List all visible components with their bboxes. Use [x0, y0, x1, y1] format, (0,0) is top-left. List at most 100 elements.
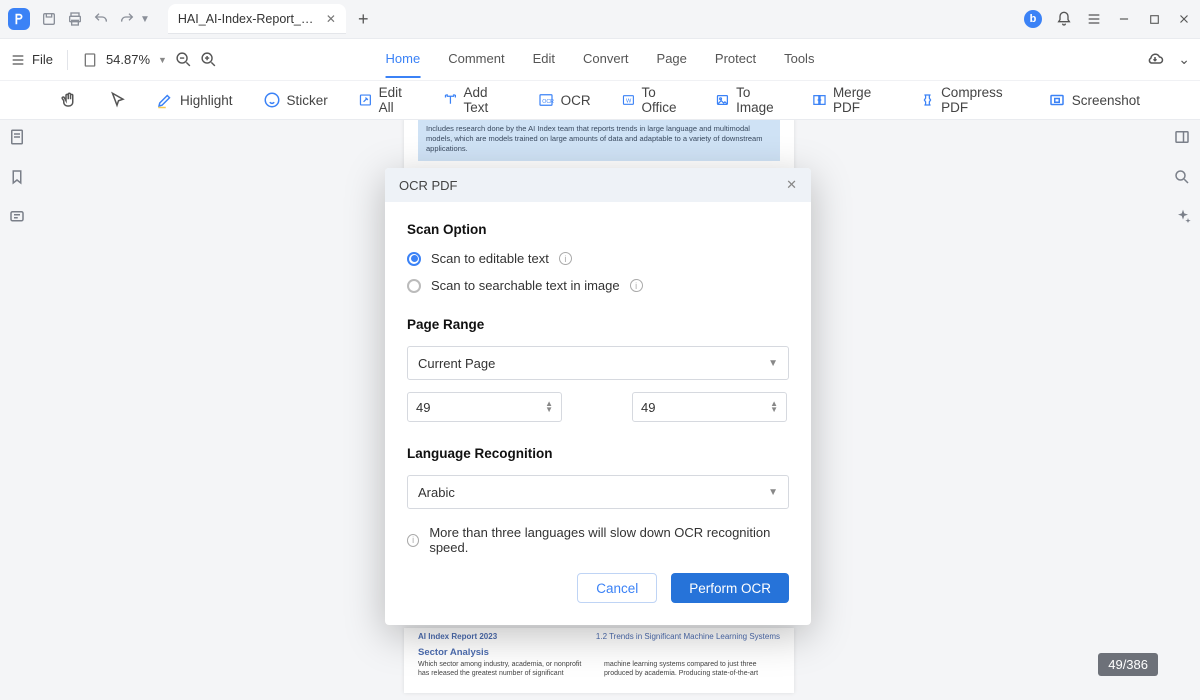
- to-image-label: To Image: [736, 85, 782, 115]
- radio-icon[interactable]: [407, 252, 421, 266]
- page-range-value: Current Page: [418, 356, 495, 371]
- page-fit-icon[interactable]: [82, 52, 98, 68]
- info-icon: i: [407, 534, 419, 547]
- spinner-arrows[interactable]: ▲▼: [545, 401, 553, 413]
- hamburger-icon[interactable]: [1086, 11, 1102, 27]
- separator: [67, 50, 68, 70]
- menu-tools[interactable]: Tools: [784, 41, 814, 78]
- tab-title: HAI_AI-Index-Report_20…: [178, 12, 318, 26]
- dialog-close-icon[interactable]: ✕: [786, 177, 797, 193]
- thumbnails-icon[interactable]: [8, 128, 26, 146]
- cloud-icon[interactable]: [1146, 51, 1164, 69]
- menu-comment[interactable]: Comment: [448, 41, 504, 78]
- document-tab[interactable]: HAI_AI-Index-Report_20… ✕: [168, 4, 346, 34]
- menu-page[interactable]: Page: [657, 41, 687, 78]
- tab-close-icon[interactable]: ✕: [326, 12, 336, 26]
- page-footer-right: 1.2 Trends in Significant Machine Learni…: [596, 632, 780, 641]
- zoom-out-icon[interactable]: [175, 51, 192, 68]
- range-from-input[interactable]: 49 ▲▼: [407, 392, 562, 422]
- panel-icon[interactable]: [1173, 128, 1191, 146]
- zoom-value[interactable]: 54.87%: [106, 52, 150, 67]
- merge-pdf-tool[interactable]: Merge PDF: [812, 85, 890, 115]
- cancel-button[interactable]: Cancel: [577, 573, 657, 603]
- language-select[interactable]: Arabic ▼: [407, 475, 789, 509]
- radio-icon[interactable]: [407, 279, 421, 293]
- to-office-tool[interactable]: WTo Office: [621, 85, 686, 115]
- info-icon[interactable]: i: [559, 252, 572, 265]
- menubar-right: ⌄: [1146, 51, 1190, 69]
- highlight-tool[interactable]: Highlight: [156, 91, 233, 109]
- highlight-label: Highlight: [180, 93, 233, 108]
- hand-tool[interactable]: [60, 91, 78, 109]
- dialog-title: OCR PDF: [399, 178, 458, 193]
- save-icon[interactable]: [40, 10, 58, 28]
- range-to-input[interactable]: 49 ▲▼: [632, 392, 787, 422]
- minimize-icon[interactable]: [1116, 11, 1132, 27]
- select-tool[interactable]: [108, 91, 126, 109]
- spinner-arrows[interactable]: ▲▼: [770, 401, 778, 413]
- main-menus: Home Comment Edit Convert Page Protect T…: [386, 41, 815, 78]
- page-range-label: Page Range: [407, 317, 789, 332]
- screenshot-label: Screenshot: [1072, 93, 1140, 108]
- account-badge[interactable]: b: [1024, 10, 1042, 28]
- menu-protect[interactable]: Protect: [715, 41, 756, 78]
- edit-all-tool[interactable]: Edit All: [358, 85, 413, 115]
- search-icon[interactable]: [1173, 168, 1191, 186]
- add-text-tool[interactable]: Add Text: [443, 85, 507, 115]
- maximize-icon[interactable]: [1146, 11, 1162, 27]
- page-range-select[interactable]: Current Page ▼: [407, 346, 789, 380]
- dialog-header: OCR PDF ✕: [385, 168, 811, 202]
- ocr-label: OCR: [561, 93, 591, 108]
- comments-icon[interactable]: [8, 208, 26, 226]
- menu-edit[interactable]: Edit: [533, 41, 555, 78]
- menu-convert[interactable]: Convert: [583, 41, 629, 78]
- sector-title: Sector Analysis: [418, 647, 780, 658]
- app-logo: [8, 8, 30, 30]
- zoom-dropdown-icon[interactable]: ▼: [158, 55, 167, 65]
- print-icon[interactable]: [66, 10, 84, 28]
- svg-text:W: W: [626, 98, 632, 104]
- new-tab-button[interactable]: +: [358, 9, 369, 30]
- column-2: machine learning systems compared to jus…: [604, 660, 780, 678]
- redo-icon[interactable]: [118, 10, 136, 28]
- perform-ocr-button[interactable]: Perform OCR: [671, 573, 789, 603]
- titlebar-right: b: [1024, 10, 1192, 28]
- chevron-down-icon: ▼: [768, 487, 778, 498]
- right-sidebar: [1164, 120, 1200, 226]
- undo-icon[interactable]: [92, 10, 110, 28]
- bell-icon[interactable]: [1056, 11, 1072, 27]
- quick-actions: ▼: [40, 10, 150, 28]
- toolbar: Highlight Sticker Edit All Add Text OCRO…: [0, 80, 1200, 120]
- quick-dropdown-icon[interactable]: ▼: [140, 14, 150, 25]
- chevron-down-icon[interactable]: ⌄: [1178, 51, 1190, 69]
- ocr-dialog: OCR PDF ✕ Scan Option Scan to editable t…: [385, 168, 811, 625]
- close-icon[interactable]: [1176, 11, 1192, 27]
- info-icon[interactable]: i: [630, 279, 643, 292]
- file-menu[interactable]: File: [10, 52, 53, 68]
- menu-home[interactable]: Home: [386, 41, 421, 78]
- ai-sparkle-icon[interactable]: [1173, 208, 1191, 226]
- scan-option-label: Scan Option: [407, 222, 789, 237]
- ocr-tool[interactable]: OCR OCR: [537, 91, 591, 109]
- screenshot-tool[interactable]: Screenshot: [1048, 91, 1140, 109]
- merge-pdf-label: Merge PDF: [833, 85, 890, 115]
- menubar: File 54.87% ▼ Home Comment Edit Convert …: [0, 38, 1200, 80]
- pdf-page-bottom: AI Index Report 2023 1.2 Trends in Signi…: [404, 628, 794, 693]
- sticker-tool[interactable]: Sticker: [263, 91, 328, 109]
- edit-all-label: Edit All: [379, 85, 413, 115]
- radio-searchable-text[interactable]: Scan to searchable text in image i: [407, 278, 789, 293]
- radio2-label: Scan to searchable text in image: [431, 278, 620, 293]
- language-hint: More than three languages will slow down…: [429, 525, 789, 555]
- page-counter[interactable]: 49/386: [1098, 653, 1158, 676]
- bookmark-icon[interactable]: [8, 168, 26, 186]
- range-from-value: 49: [416, 400, 430, 415]
- svg-text:OCR: OCR: [542, 99, 554, 105]
- compress-pdf-tool[interactable]: Compress PDF: [920, 85, 1018, 115]
- chevron-down-icon: ▼: [768, 358, 778, 369]
- zoom-in-icon[interactable]: [200, 51, 217, 68]
- radio-editable-text[interactable]: Scan to editable text i: [407, 251, 789, 266]
- page-footer-left: AI Index Report 2023: [418, 632, 497, 641]
- to-image-tool[interactable]: To Image: [715, 85, 782, 115]
- language-value: Arabic: [418, 485, 455, 500]
- page-blurb: Includes research done by the AI Index t…: [418, 120, 780, 161]
